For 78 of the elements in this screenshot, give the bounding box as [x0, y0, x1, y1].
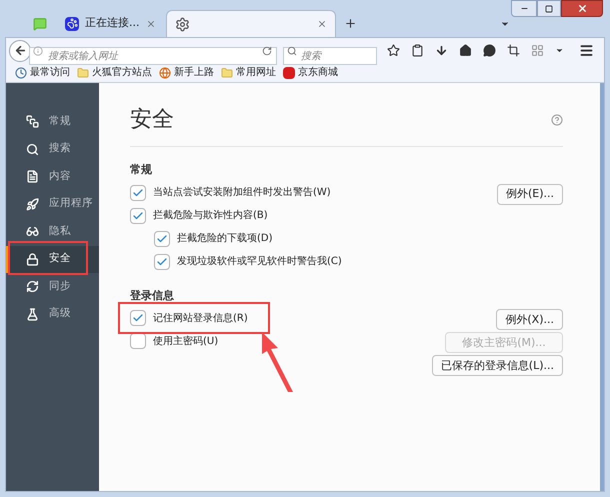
bookmark-item[interactable]: 最常访问: [15, 65, 70, 80]
checkbox[interactable]: [130, 310, 146, 326]
bookmark-item[interactable]: 常用网址: [221, 65, 276, 80]
sidebar-item[interactable]: 安全: [6, 246, 99, 273]
document-icon: [26, 170, 39, 184]
folder-icon: [77, 66, 89, 78]
close-icon[interactable]: [146, 18, 156, 28]
panel-icon: [26, 115, 39, 128]
home-icon[interactable]: [459, 44, 472, 57]
search-field[interactable]: 搜索: [283, 47, 377, 65]
back-button[interactable]: [9, 40, 31, 62]
sync-icon: [26, 280, 39, 294]
sidebar-item[interactable]: 应用程序: [6, 190, 99, 218]
checkmark-icon: [156, 256, 168, 268]
maximize-button[interactable]: [537, 0, 561, 17]
checkbox[interactable]: [130, 333, 146, 349]
sidebar-item[interactable]: 隐私: [6, 218, 99, 246]
checkbox[interactable]: [154, 254, 170, 270]
paw-icon: [65, 16, 79, 30]
close-button[interactable]: [561, 0, 603, 17]
checkbox[interactable]: [130, 208, 146, 224]
dialog-button[interactable]: 例外(E)...: [496, 184, 563, 205]
gear-icon: [174, 16, 190, 32]
flask-icon: [26, 308, 39, 321]
sidebar-item[interactable]: 常规: [6, 108, 99, 136]
back-arrow-icon: [14, 44, 26, 57]
sidebar-item[interactable]: 同步: [6, 273, 99, 300]
search-icon: [287, 46, 297, 56]
crop-icon[interactable]: [507, 44, 520, 57]
checkmark-icon: [132, 186, 144, 198]
lock-icon: [26, 252, 39, 266]
section-heading: 常规: [130, 162, 153, 178]
bookmark-item[interactable]: 京东商城: [283, 65, 338, 80]
sidebar-item[interactable]: 搜索: [6, 136, 99, 163]
checkmark-icon: [156, 232, 168, 244]
sidebar-item[interactable]: 内容: [6, 163, 99, 190]
clock-icon: [15, 66, 27, 78]
menu-icon[interactable]: [579, 43, 594, 58]
checkbox-label: 当站点尝试安装附加组件时发出警告(W): [153, 186, 331, 200]
checkbox-label: 记住网站登录信息(R): [153, 312, 248, 326]
checkbox[interactable]: [130, 184, 146, 200]
checkmark-icon: [132, 312, 144, 324]
dialog-button[interactable]: 已保存的登录信息(L)...: [432, 355, 563, 376]
dialog-button[interactable]: 例外(X)...: [496, 309, 563, 330]
close-icon[interactable]: [316, 19, 326, 29]
maximize-icon: [545, 4, 553, 12]
grid-icon[interactable]: [531, 44, 544, 57]
caret-icon[interactable]: [555, 46, 564, 55]
close-icon: [576, 3, 588, 14]
folder-icon: [221, 66, 233, 78]
checkbox-label: 发现垃圾软件或罕见软件时警告我(C): [177, 254, 342, 269]
search-icon: [26, 142, 39, 156]
address-field[interactable]: 搜索或输入网址: [29, 47, 277, 65]
reload-icon[interactable]: [262, 46, 272, 56]
sidebar-item[interactable]: 高级: [6, 300, 99, 328]
globe-icon: [159, 66, 171, 78]
bookmark-item[interactable]: 新手上路: [159, 65, 214, 80]
browser-tab[interactable]: 正在连接...: [57, 10, 164, 37]
new-tab-icon[interactable]: [344, 17, 356, 30]
rocket-icon: [26, 198, 39, 211]
checkbox-label: 拦截危险与欺诈性内容(B): [153, 208, 268, 223]
store-icon: [283, 66, 295, 78]
help-icon[interactable]: [551, 114, 563, 126]
info-icon: [33, 46, 43, 56]
checkbox[interactable]: [154, 230, 170, 246]
download-icon[interactable]: [435, 44, 448, 57]
chat-icon: [33, 16, 47, 30]
checkbox-label: 拦截危险的下载项(D): [177, 232, 273, 246]
checkmark-icon: [132, 210, 144, 222]
section-heading: 登录信息: [130, 288, 175, 304]
glasses-icon: [26, 225, 39, 238]
bookmark-star-icon[interactable]: [387, 44, 400, 57]
checkbox-label: 使用主密码(U): [153, 334, 218, 348]
clipboard-icon[interactable]: [411, 44, 424, 57]
bookmark-item[interactable]: 火狐官方站点: [77, 65, 152, 80]
tab-title: 正在连接...: [85, 15, 140, 32]
chat-icon[interactable]: [483, 44, 496, 57]
page-title: 安全: [130, 106, 174, 134]
